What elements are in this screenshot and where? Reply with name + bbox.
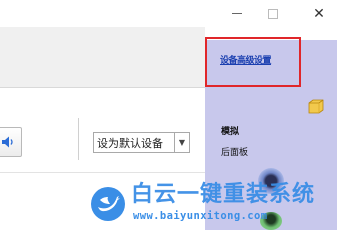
title-bar: ✕	[0, 0, 337, 27]
divider	[78, 118, 79, 160]
header-panel	[0, 27, 205, 88]
watermark-title: 白云一键重装系统	[131, 182, 316, 207]
close-button[interactable]: ✕	[296, 0, 337, 27]
watermark-url: www.baiyunxitong.com	[133, 210, 268, 222]
speaker-icon	[2, 136, 13, 148]
close-icon: ✕	[313, 5, 325, 22]
set-default-device-dropdown[interactable]: 设为默认设备 ▼	[93, 132, 190, 153]
folder-icon[interactable]	[307, 98, 325, 114]
maximize-button[interactable]	[250, 0, 296, 27]
divider	[0, 172, 205, 173]
speaker-button[interactable]	[0, 127, 22, 157]
minimize-icon	[232, 13, 242, 14]
analog-section-title: 模拟	[221, 127, 240, 137]
bird-logo-icon	[91, 187, 125, 221]
maximize-icon	[268, 8, 278, 19]
set-default-device-label: 设为默认设备	[97, 136, 163, 150]
highlight-box	[205, 37, 301, 87]
chevron-down-icon[interactable]: ▼	[174, 133, 189, 152]
rear-panel-label: 后面板	[221, 148, 249, 158]
